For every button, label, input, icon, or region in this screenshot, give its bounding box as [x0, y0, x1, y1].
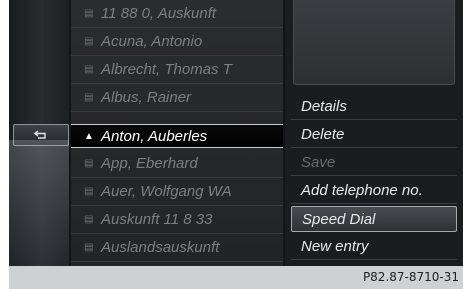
- menu-item-label: Delete: [301, 126, 345, 143]
- back-arrow-icon: [34, 130, 46, 139]
- contact-name: 11 88 0, Auskunft: [101, 5, 217, 22]
- contact-name: Auskunft 11 8 33: [101, 211, 213, 228]
- contact-name: App, Eberhard: [101, 155, 198, 172]
- phonebook-icon: ▤: [84, 92, 94, 103]
- contact-name: Albus, Rainer: [101, 89, 192, 106]
- menu-item-add-telephone[interactable]: Add telephone no.: [291, 178, 457, 204]
- list-item[interactable]: ▤ Auslandsauskunft: [71, 234, 283, 262]
- phonebook-icon: ▤: [84, 8, 94, 19]
- contact-name: Anton, Auberles: [101, 128, 208, 145]
- phonebook-icon: ▤: [84, 64, 94, 75]
- contact-name: Auslandsauskunft: [101, 239, 220, 256]
- contact-list[interactable]: ▤ 11 88 0, Auskunft ▤ Acuna, Antonio ▤ A…: [71, 0, 283, 266]
- contact-name: Acuna, Antonio: [101, 33, 203, 50]
- menu-item-label: Details: [301, 98, 347, 115]
- menu-item-new-entry[interactable]: New entry: [291, 234, 457, 260]
- menu-item-label: New entry: [301, 238, 369, 255]
- phonebook-icon: ▤: [84, 214, 94, 225]
- list-item[interactable]: ▤ App, Eberhard: [71, 150, 283, 178]
- phonebook-icon: ▤: [84, 158, 94, 169]
- list-item-selected[interactable]: ▲ Anton, Auberles: [71, 124, 283, 148]
- menu-item-delete[interactable]: Delete: [291, 122, 457, 148]
- contact-name: Albrecht, Thomas T: [101, 61, 232, 78]
- caption-bar: P82.87-8710-31: [9, 266, 463, 289]
- figure-code: P82.87-8710-31: [362, 270, 459, 284]
- phonebook-icon: ▤: [84, 242, 94, 253]
- display-screen: ▤ 11 88 0, Auskunft ▤ Acuna, Antonio ▤ A…: [9, 0, 463, 266]
- menu-item-label: Add telephone no.: [301, 182, 423, 199]
- list-item[interactable]: ▤ Auskunft 11 8 33: [71, 206, 283, 234]
- contact-name: Auer, Wolfgang WA: [101, 183, 232, 200]
- phonebook-icon: ▤: [84, 186, 94, 197]
- menu-item-save: Save: [291, 150, 457, 176]
- menu-header-area: [293, 0, 455, 85]
- options-menu: Details Delete Save Add telephone no. Sp…: [285, 0, 463, 266]
- list-item[interactable]: ▤ Auer, Wolfgang WA: [71, 178, 283, 206]
- list-item[interactable]: ▤ 11 88 0, Auskunft: [71, 0, 283, 28]
- menu-item-details[interactable]: Details: [291, 94, 457, 120]
- person-icon: ▲: [84, 131, 94, 142]
- list-item[interactable]: ▤ Acuna, Antonio: [71, 28, 283, 56]
- back-button[interactable]: [13, 124, 69, 146]
- list-item[interactable]: ▤ Albrecht, Thomas T: [71, 56, 283, 84]
- list-item[interactable]: ▤ Albus, Rainer: [71, 84, 283, 112]
- side-panel: [9, 0, 69, 266]
- menu-item-label: Save: [301, 154, 336, 171]
- menu-item-label: Speed Dial: [302, 211, 376, 228]
- phonebook-icon: ▤: [84, 36, 94, 47]
- menu-item-speed-dial[interactable]: Speed Dial: [291, 206, 457, 232]
